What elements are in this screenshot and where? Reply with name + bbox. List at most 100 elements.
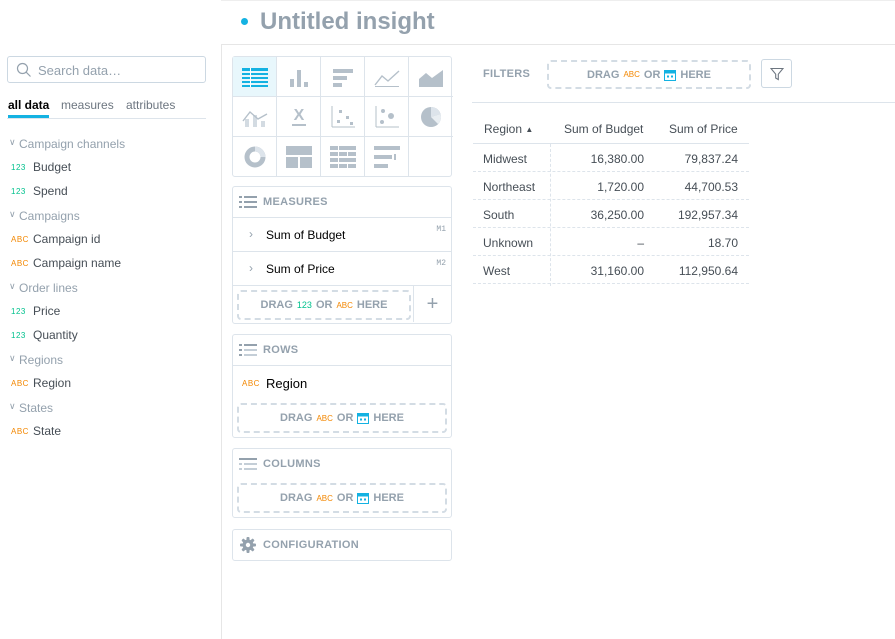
viz-type-bubble[interactable] (365, 97, 409, 137)
date-calendar-icon (357, 493, 370, 504)
table-row: Unknown – 18.70 (473, 228, 749, 256)
attribute-type-icon: ABC (242, 379, 260, 388)
chevron-down-icon[interactable]: ∨ (9, 353, 16, 364)
cell-region: Unknown (483, 236, 534, 250)
catalog-item[interactable]: 123 Quantity (8, 328, 208, 352)
measure-marker: M1 (436, 225, 446, 234)
filters-drop-zone[interactable]: DRAG ABC OR HERE (547, 60, 751, 89)
filters-divider (472, 102, 895, 103)
viz-type-table[interactable] (233, 57, 277, 97)
catalog-item[interactable]: ABC State (8, 424, 208, 448)
search-input[interactable] (38, 61, 198, 79)
catalog-group-label: Campaign channels (19, 137, 126, 151)
cell-sum-price: 79,837.24 (684, 152, 738, 166)
catalog-item-label: Budget (33, 160, 72, 174)
catalog-item[interactable]: 123 Price (8, 304, 208, 328)
cell-sum-price: 112,950.64 (678, 264, 738, 278)
row-attribute-item[interactable]: ABC Region (233, 365, 451, 399)
drop-label: DRAG (260, 299, 293, 311)
search-box[interactable] (7, 56, 206, 83)
tab-all-data[interactable]: all data (8, 98, 50, 118)
catalog-item-label: Price (33, 304, 61, 318)
viz-type-bullet[interactable] (365, 137, 409, 177)
catalog-item[interactable]: ABC Campaign id (8, 232, 208, 256)
filter-button[interactable] (761, 59, 792, 88)
viz-type-line[interactable] (365, 57, 409, 97)
catalog-divider (221, 44, 222, 639)
catalog-item-label: State (33, 424, 62, 438)
catalog-group[interactable]: ∨ Campaigns (8, 208, 208, 232)
viz-type-donut[interactable] (233, 137, 277, 177)
chevron-down-icon[interactable]: ∨ (9, 137, 16, 148)
number-type-icon: 123 (296, 300, 312, 310)
rows-icon (239, 344, 257, 356)
bullet-chart-icon (373, 146, 400, 168)
catalog-item[interactable]: ABC Campaign name (8, 256, 208, 280)
attribute-type-icon: ABC (336, 300, 353, 310)
number-type-icon: 123 (11, 163, 26, 172)
configuration-panel-toggle[interactable]: CONFIGURATION (232, 529, 452, 561)
cell-sum-price: 192,957.34 (677, 208, 738, 222)
attribute-type-icon: ABC (11, 235, 29, 244)
header: Untitled insight (0, 0, 895, 45)
add-measure-button[interactable]: + (413, 286, 451, 322)
area-chart-icon (419, 69, 443, 87)
row-attribute-label: Region (266, 376, 308, 391)
header-top-border (221, 0, 895, 1)
measure-item[interactable]: › Sum of Budget M1 (233, 217, 451, 251)
visualization-type-picker: X (232, 56, 453, 177)
cell-sum-budget: 36,250.00 (590, 208, 644, 222)
header-divider (221, 44, 895, 45)
catalog-group[interactable]: ∨ Campaign channels (8, 136, 208, 160)
cell-sum-price: 18.70 (707, 236, 738, 250)
catalog-item[interactable]: ABC Region (8, 376, 208, 400)
catalog-tabs: all data measures attributes (7, 97, 206, 119)
catalog-group-label: States (19, 401, 54, 415)
catalog-item[interactable]: 123 Spend (8, 184, 208, 208)
sort-ascending-icon: ▲ (525, 125, 534, 134)
cell-region: Midwest (483, 152, 528, 166)
drop-label: DRAG (280, 412, 313, 424)
viz-type-treemap[interactable] (277, 137, 321, 177)
viz-type-headline[interactable]: X (277, 97, 321, 137)
catalog-item-label: Region (33, 376, 72, 390)
chevron-right-icon[interactable]: › (249, 261, 253, 275)
viz-type-area[interactable] (409, 57, 453, 97)
funnel-icon (769, 67, 784, 80)
columns-drop-zone[interactable]: DRAG ABC OR HERE (237, 483, 447, 513)
catalog-group-label: Order lines (19, 281, 78, 295)
catalog-group[interactable]: ∨ States (8, 400, 208, 424)
measure-item[interactable]: › Sum of Price M2 (233, 251, 451, 285)
rows-bucket: ROWS ABC Region DRAG ABC OR HERE (232, 334, 452, 438)
insight-title[interactable]: Untitled insight (260, 8, 435, 36)
viz-type-empty (409, 137, 453, 177)
svg-text:X: X (293, 107, 304, 124)
chevron-down-icon[interactable]: ∨ (9, 209, 16, 220)
header-sum-budget[interactable]: Sum of Budget (564, 122, 643, 136)
tab-attributes[interactable]: attributes (126, 98, 175, 112)
header-region[interactable]: Region ▲ (484, 122, 533, 136)
chevron-down-icon[interactable]: ∨ (9, 281, 16, 292)
table-header-row: Region ▲ Sum of Budget Sum of Price (473, 114, 749, 144)
measures-drop-zone[interactable]: DRAG 123 OR ABC HERE (237, 290, 411, 320)
table-chart-icon (241, 67, 268, 87)
viz-type-scatter[interactable] (321, 97, 365, 137)
chevron-down-icon[interactable]: ∨ (9, 401, 16, 412)
viz-type-pie[interactable] (409, 97, 453, 137)
catalog-group[interactable]: ∨ Regions (8, 352, 208, 376)
gear-icon (240, 537, 256, 553)
header-sum-price[interactable]: Sum of Price (669, 122, 738, 136)
columns-bucket: COLUMNS DRAG ABC OR HERE (232, 448, 452, 518)
headline-chart-icon: X (291, 107, 306, 126)
chevron-right-icon[interactable]: › (249, 227, 253, 241)
viz-type-bar[interactable] (321, 57, 365, 97)
rows-drop-zone[interactable]: DRAG ABC OR HERE (237, 403, 447, 433)
viz-type-heatmap[interactable] (321, 137, 365, 177)
viz-type-combo[interactable] (233, 97, 277, 137)
catalog-group[interactable]: ∨ Order lines (8, 280, 208, 304)
catalog-item[interactable]: 123 Budget (8, 160, 208, 184)
table-row: South 36,250.00 192,957.34 (473, 200, 749, 228)
viz-type-column[interactable] (277, 57, 321, 97)
tab-measures[interactable]: measures (61, 98, 114, 112)
table-row: Midwest 16,380.00 79,837.24 (473, 144, 749, 172)
